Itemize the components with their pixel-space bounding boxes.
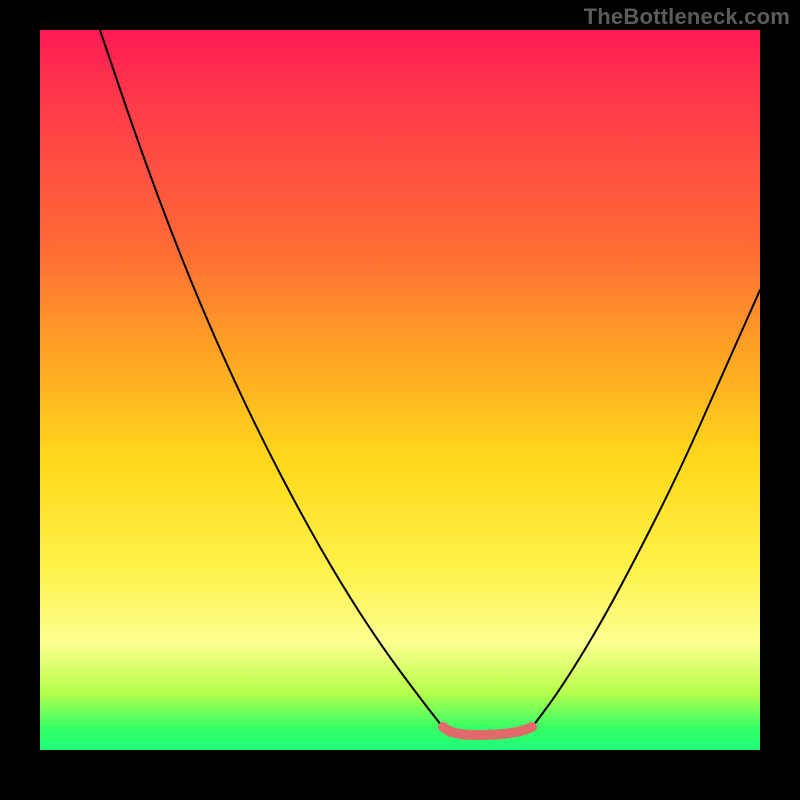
plot-area — [40, 30, 760, 750]
chart-frame: TheBottleneck.com — [0, 0, 800, 800]
right-curve — [530, 290, 760, 730]
curve-layer — [40, 30, 760, 750]
left-curve — [100, 30, 445, 730]
trough-highlight — [443, 727, 532, 735]
watermark-text: TheBottleneck.com — [584, 4, 790, 30]
